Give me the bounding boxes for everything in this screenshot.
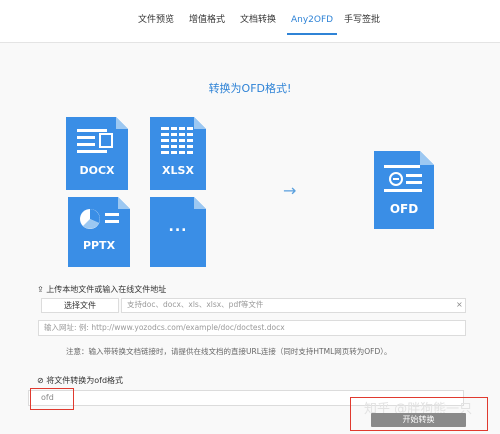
ofd-file-icon: OFD bbox=[374, 151, 434, 229]
tab-file-preview[interactable]: 文件预览 bbox=[138, 12, 174, 32]
clear-icon[interactable]: × bbox=[456, 300, 463, 309]
docx-label: DOCX bbox=[79, 164, 115, 177]
xlsx-file-icon: XLSX bbox=[150, 117, 206, 190]
top-nav: 文件预览 增值格式 文档转换 Any2OFD 手写签批 bbox=[0, 0, 500, 43]
tab-any2ofd[interactable]: Any2OFD bbox=[286, 12, 338, 35]
url-input[interactable]: 输入网址: 例: http://www.yozodcs.com/example/… bbox=[38, 320, 466, 336]
upload-icon: ⇪ bbox=[37, 285, 47, 294]
page-headline: 转换为OFD格式! bbox=[208, 82, 292, 95]
docx-file-icon: DOCX bbox=[66, 117, 128, 190]
convert-highlight-box bbox=[350, 397, 488, 431]
pptx-file-icon: PPTX bbox=[68, 197, 130, 267]
link-icon: ⊘ bbox=[37, 376, 47, 385]
page: 文件预览 增值格式 文档转换 Any2OFD 手写签批 转换为OFD格式! DO… bbox=[0, 0, 500, 434]
tab-document-conversion[interactable]: 文档转换 bbox=[240, 12, 276, 32]
upload-label-text: 上传本地文件或输入在线文件地址 bbox=[46, 285, 167, 294]
pptx-label: PPTX bbox=[82, 239, 116, 252]
xlsx-label: XLSX bbox=[162, 164, 194, 177]
arrow-right-icon: → bbox=[283, 181, 297, 200]
file-path-field[interactable]: 支持doc、docx、xls、xlsx、pdf等文件 bbox=[121, 298, 466, 313]
tab-value-added-format[interactable]: 增值格式 bbox=[189, 12, 225, 32]
format-highlight-box bbox=[30, 388, 74, 410]
url-note: 注意：输入带转换文档链接时，请提供在线文档的直接URL连接（同时支持HTML网页… bbox=[66, 347, 392, 356]
more-formats-icon: ... bbox=[150, 197, 206, 267]
tab-handwritten-signature[interactable]: 手写签批 bbox=[344, 12, 380, 32]
ellipsis-label: ... bbox=[168, 219, 188, 235]
upload-section-label: ⇪ 上传本地文件或输入在线文件地址 bbox=[37, 284, 166, 295]
convert-section-label: ⊘ 将文件转换为ofd格式 bbox=[37, 375, 123, 386]
choose-file-button[interactable]: 选择文件 bbox=[41, 298, 119, 313]
convert-label-text: 将文件转换为ofd格式 bbox=[46, 376, 124, 385]
ofd-label: OFD bbox=[389, 202, 419, 216]
